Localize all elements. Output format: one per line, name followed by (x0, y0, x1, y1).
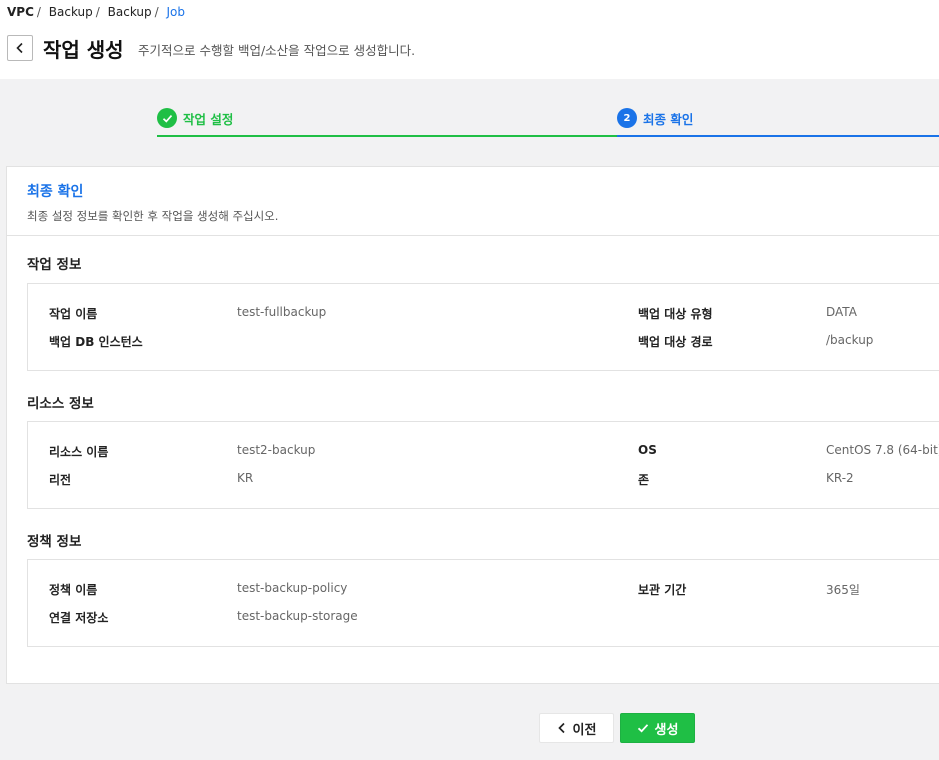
info-value: /backup (826, 333, 874, 347)
info-label: 보관 기간 (638, 583, 687, 597)
info-value: test2-backup (237, 443, 316, 457)
create-button[interactable]: 생성 (620, 713, 695, 743)
info-value: DATA (826, 305, 857, 319)
create-button-label: 생성 (654, 722, 679, 738)
breadcrumb-separator: / (36, 5, 41, 19)
divider (7, 235, 939, 236)
previous-button-label: 이전 (572, 722, 597, 738)
wizard-stepper: 작업 설정 2 최종 확인 (0, 79, 939, 167)
info-label: 백업 대상 유형 (638, 307, 713, 321)
info-row: 리전 KR 존 KR-2 (28, 471, 939, 491)
breadcrumb: VPC / Backup / Backup / Job (7, 5, 185, 19)
info-row: 리소스 이름 test2-backup OS CentOS 7.8 (64-bi… (28, 443, 939, 463)
info-value: KR (237, 471, 254, 485)
info-label: 리전 (49, 473, 72, 487)
info-label: 작업 이름 (49, 307, 98, 321)
breadcrumb-backup-service[interactable]: Backup (108, 5, 152, 19)
job-info-box: 작업 이름 test-fullbackup 백업 대상 유형 DATA 백업 D… (27, 283, 939, 371)
info-row: 연결 저장소 test-backup-storage (28, 609, 939, 629)
info-value: test-fullbackup (237, 305, 327, 319)
info-label: 존 (638, 473, 650, 487)
info-value: KR-2 (826, 471, 854, 485)
panel-title: 최종 확인 (27, 184, 84, 200)
section-title-resource-info: 리소스 정보 (27, 396, 94, 412)
info-row: 백업 DB 인스턴스 백업 대상 경로 /backup (28, 333, 939, 353)
breadcrumb-vpc[interactable]: VPC (7, 5, 34, 19)
previous-button[interactable]: 이전 (539, 713, 614, 743)
info-label: 정책 이름 (49, 583, 98, 597)
info-row: 작업 이름 test-fullbackup 백업 대상 유형 DATA (28, 305, 939, 325)
page-subtitle: 주기적으로 수행할 백업/소산을 작업으로 생성합니다. (138, 43, 416, 58)
info-value: CentOS 7.8 (64-bit) (826, 443, 939, 457)
info-label: OS (638, 443, 657, 457)
breadcrumb-separator: / (95, 5, 100, 19)
check-icon (157, 108, 177, 128)
panel-description: 최종 설정 정보를 확인한 후 작업을 생성해 주십시오. (27, 209, 279, 223)
info-row: 정책 이름 test-backup-policy 보관 기간 365일 (28, 581, 939, 601)
step-label: 작업 설정 (183, 111, 234, 127)
chevron-left-icon (16, 42, 23, 54)
page-title: 작업 생성 (43, 38, 124, 62)
info-value: test-backup-storage (237, 609, 358, 623)
section-title-policy-info: 정책 정보 (27, 534, 82, 550)
policy-info-box: 정책 이름 test-backup-policy 보관 기간 365일 연결 저… (27, 559, 939, 647)
info-label: 연결 저장소 (49, 611, 109, 625)
resource-info-box: 리소스 이름 test2-backup OS CentOS 7.8 (64-bi… (27, 421, 939, 509)
section-title-job-info: 작업 정보 (27, 257, 82, 273)
page-header: VPC / Backup / Backup / Job 작업 생성 주기적으로 수행할… (0, 0, 939, 79)
info-value: test-backup-policy (237, 581, 348, 595)
breadcrumb-job[interactable]: Job (167, 5, 186, 19)
check-icon (637, 724, 648, 733)
step-active-track (617, 135, 939, 137)
info-label: 백업 대상 경로 (638, 335, 713, 349)
confirm-panel: 최종 확인 최종 설정 정보를 확인한 후 작업을 생성해 주십시오. 작업 정… (6, 166, 939, 684)
step-final-confirm: 2 최종 확인 (617, 108, 693, 128)
chevron-left-icon (557, 722, 565, 734)
step-label: 최종 확인 (643, 111, 694, 127)
info-label: 백업 DB 인스턴스 (49, 335, 143, 349)
info-value: 365일 (826, 583, 860, 597)
breadcrumb-separator: / (154, 5, 159, 19)
step-job-settings[interactable]: 작업 설정 (157, 108, 233, 128)
info-label: 리소스 이름 (49, 445, 109, 459)
breadcrumb-backup[interactable]: Backup (49, 5, 93, 19)
step-number: 2 (617, 108, 637, 128)
back-button[interactable] (7, 35, 33, 61)
